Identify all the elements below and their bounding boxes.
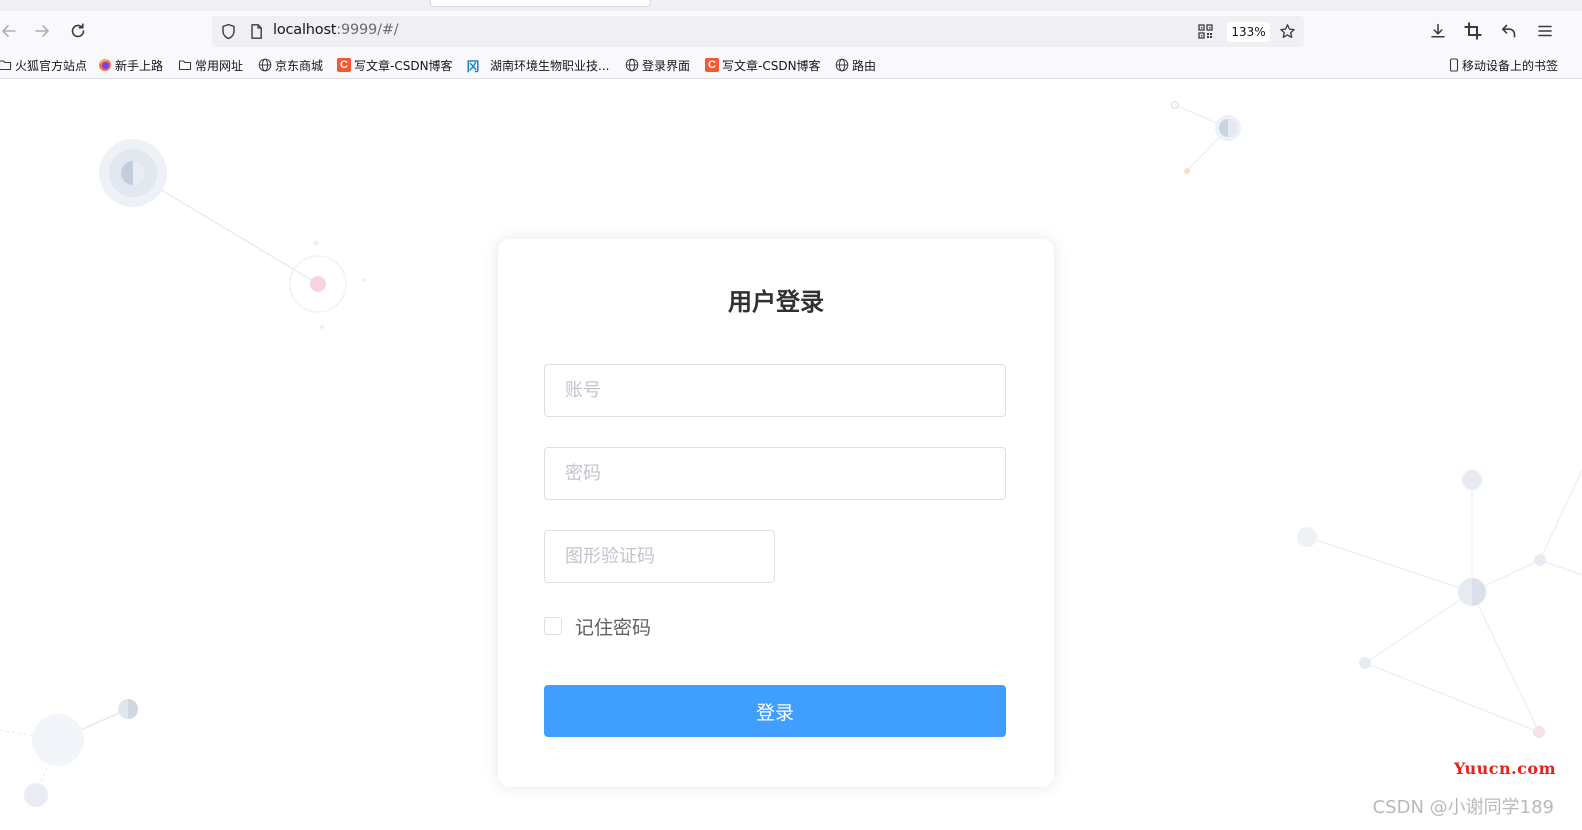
captcha-input[interactable] [545, 531, 774, 582]
browser-toolbar: localhost:9999/#/ 133% [0, 11, 1582, 51]
mobile-bookmarks-button[interactable]: 移动设备上的书签 [1447, 56, 1558, 74]
bookmark-label: 新手上路 [115, 58, 164, 73]
bookmark-label: 登录界面 [642, 58, 691, 73]
page-icon[interactable] [248, 23, 265, 40]
folder-icon [178, 58, 192, 72]
globe-icon [258, 58, 272, 72]
crop-icon [1464, 22, 1482, 40]
bookmark-item[interactable]: 常用网址 [178, 56, 243, 74]
password-field[interactable] [544, 447, 1006, 500]
bookmark-item[interactable]: 登录界面 [625, 56, 690, 74]
arrow-right-icon [35, 25, 49, 37]
active-tab[interactable] [430, 0, 651, 7]
bookmark-item[interactable]: 冈 湖南环境生物职业技... [466, 56, 610, 75]
qr-code-icon[interactable] [1197, 23, 1214, 40]
crop-button[interactable] [1460, 18, 1486, 44]
url-bar[interactable]: localhost:9999/#/ 133% [212, 16, 1304, 47]
author-watermark: CSDN @小谢同学189 [1372, 797, 1554, 818]
password-input[interactable] [545, 448, 1005, 499]
csdn-icon: C [705, 58, 719, 72]
bookmarks-bar: 火狐官方站点 新手上路 常用网址 京东商城 C 写文章-CSDN博客 冈 湖南环… [0, 51, 1582, 79]
remember-password-label[interactable]: 记住密码 [575, 613, 651, 640]
bookmark-item[interactable]: 路由 [835, 56, 876, 74]
bookmark-item[interactable]: C 写文章-CSDN博客 [705, 56, 821, 74]
shield-icon[interactable] [220, 23, 237, 40]
undo-button[interactable] [1496, 18, 1522, 44]
checkbox-box[interactable] [544, 617, 562, 635]
bookmark-label: 火狐官方站点 [15, 58, 88, 73]
login-title: 用户登录 [728, 288, 824, 316]
bookmark-item[interactable]: 火狐官方站点 [0, 56, 87, 74]
login-button[interactable]: 登录 [544, 685, 1006, 737]
bookmark-item[interactable]: 新手上路 [98, 56, 163, 74]
remember-password-checkbox[interactable]: 记住密码 [544, 613, 651, 640]
bookmark-label: 常用网址 [195, 58, 244, 73]
bookmark-item[interactable]: C 写文章-CSDN博客 [337, 56, 453, 74]
site-watermark: Yuucn.com [1453, 759, 1556, 778]
bookmark-label: 湖南环境生物职业技... [490, 58, 610, 73]
firefox-icon [98, 58, 112, 72]
account-input[interactable] [545, 365, 1005, 416]
phone-icon [1447, 58, 1461, 72]
page-viewport: 用户登录 记住密码 登录 Yuucn.com CSDN @小谢同学189 [0, 80, 1582, 830]
reload-button[interactable] [65, 18, 91, 44]
undo-icon [1502, 24, 1516, 38]
url-text[interactable]: localhost:9999/#/ [273, 22, 399, 38]
bookmark-label: 京东商城 [275, 58, 324, 73]
csdn-icon: C [337, 58, 351, 72]
login-card: 用户登录 记住密码 登录 [498, 239, 1054, 787]
arrow-left-icon [2, 25, 16, 37]
url-host: localhost [273, 22, 337, 38]
globe-icon [835, 58, 849, 72]
bookmark-label: 路由 [852, 58, 877, 73]
zoom-level-button[interactable]: 133% [1227, 22, 1270, 42]
mobile-bookmarks-label: 移动设备上的书签 [1462, 58, 1559, 73]
url-path: :9999/#/ [336, 22, 399, 38]
captcha-field[interactable] [544, 530, 775, 583]
bookmark-item[interactable]: 京东商城 [258, 56, 323, 74]
account-field[interactable] [544, 364, 1006, 417]
folder-icon [0, 58, 12, 72]
menu-icon [1538, 25, 1552, 37]
download-button[interactable] [1425, 18, 1451, 44]
forward-button[interactable] [29, 18, 55, 44]
back-button[interactable] [0, 18, 22, 44]
globe-icon [625, 58, 639, 72]
star-icon[interactable] [1279, 23, 1296, 40]
tab-strip [0, 0, 1582, 11]
menu-button[interactable] [1532, 18, 1558, 44]
reload-icon [71, 23, 85, 38]
hn-icon: 冈 [466, 59, 480, 75]
download-icon [1431, 23, 1445, 38]
bookmark-label: 写文章-CSDN博客 [354, 58, 453, 73]
bookmark-label: 写文章-CSDN博客 [722, 58, 821, 73]
